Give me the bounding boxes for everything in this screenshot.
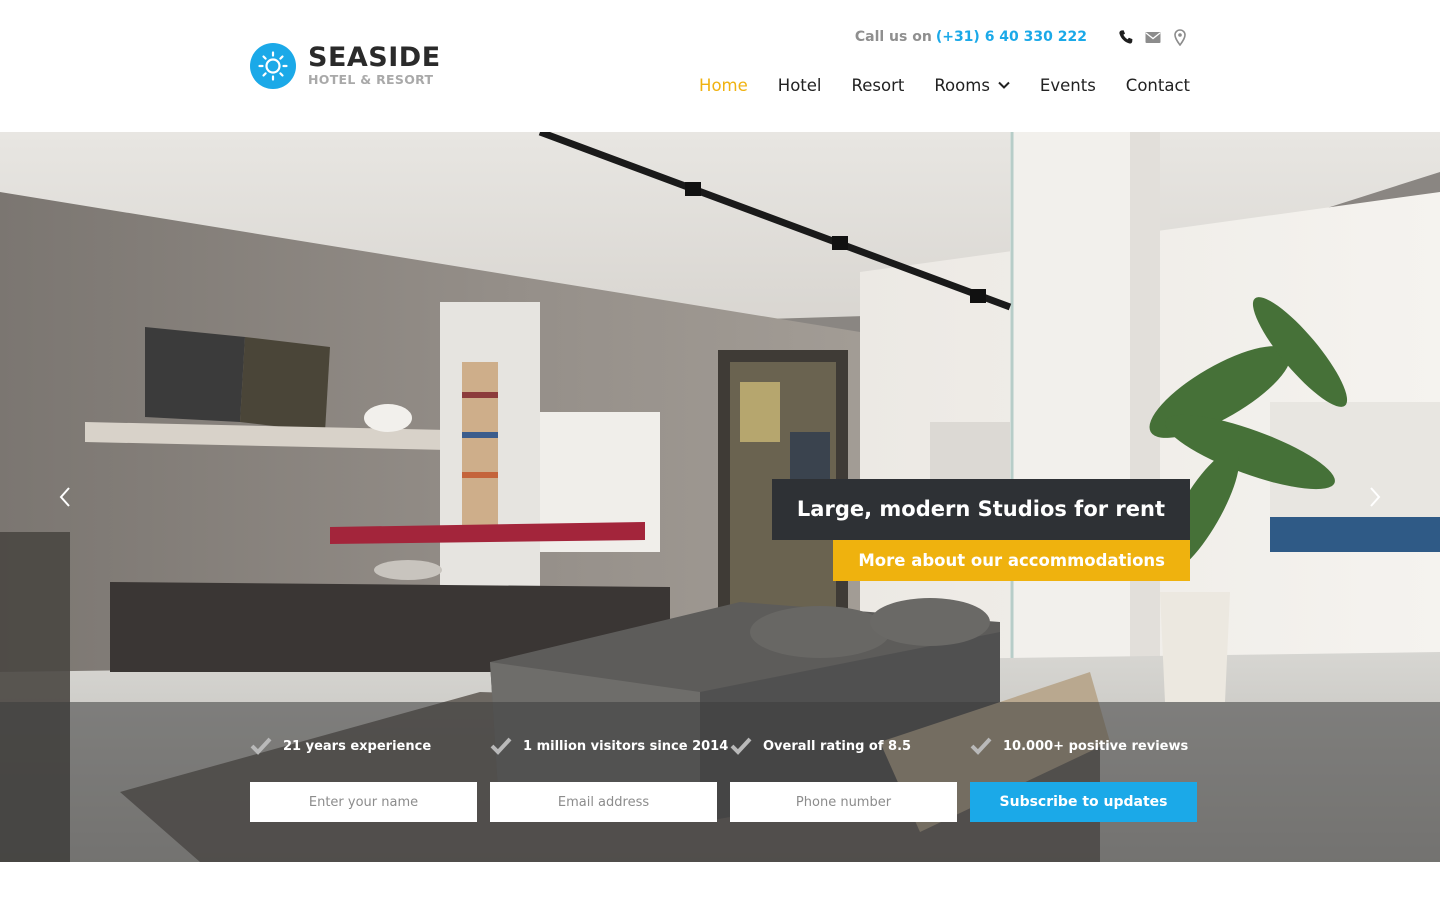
- feature-text: Overall rating of 8.5: [763, 738, 912, 754]
- email-input[interactable]: [490, 782, 717, 822]
- checkmark-icon: [970, 737, 992, 755]
- slider-prev-arrow[interactable]: [52, 484, 78, 510]
- chevron-down-icon: [998, 81, 1010, 89]
- site-logo[interactable]: SEASIDE HOTEL & RESORT: [250, 43, 441, 89]
- feature-text: 21 years experience: [283, 738, 432, 754]
- highlights-bar: 21 years experience 1 million visitors s…: [0, 702, 1440, 862]
- feature-item: Overall rating of 8.5: [730, 737, 970, 755]
- feature-item: 21 years experience: [250, 737, 490, 755]
- brand-name: SEASIDE: [308, 42, 441, 73]
- nav-item-resort[interactable]: Resort: [852, 72, 905, 98]
- feature-item: 1 million visitors since 2014: [490, 737, 730, 755]
- site-header: SEASIDE HOTEL & RESORT Call us on (+31) …: [0, 0, 1440, 132]
- subscribe-form: Subscribe to updates: [250, 782, 1197, 822]
- checkmark-icon: [490, 737, 512, 755]
- accommodations-button[interactable]: More about our accommodations: [833, 540, 1190, 581]
- name-input[interactable]: [250, 782, 477, 822]
- phone-icon[interactable]: [1116, 27, 1136, 47]
- slide-title: Large, modern Studios for rent: [771, 479, 1190, 540]
- feature-item: 10.000+ positive reviews: [970, 737, 1210, 755]
- feature-text: 1 million visitors since 2014: [523, 738, 729, 754]
- nav-item-events[interactable]: Events: [1040, 72, 1096, 98]
- nav-item-home[interactable]: Home: [699, 72, 748, 98]
- checkmark-icon: [250, 737, 272, 755]
- feature-text: 10.000+ positive reviews: [1003, 738, 1189, 754]
- brand-tagline: HOTEL & RESORT: [308, 72, 434, 87]
- map-pin-icon[interactable]: [1170, 27, 1190, 47]
- slider-next-arrow[interactable]: [1362, 484, 1388, 510]
- phone-input[interactable]: [730, 782, 957, 822]
- subscribe-button[interactable]: Subscribe to updates: [970, 782, 1197, 822]
- slide-caption: Large, modern Studios for rent More abou…: [771, 479, 1190, 581]
- phone-number-link[interactable]: (+31) 6 40 330 222: [936, 29, 1087, 45]
- contact-icons: [1109, 27, 1190, 47]
- nav-item-rooms[interactable]: Rooms: [934, 72, 1010, 98]
- hero-slider: Large, modern Studios for rent More abou…: [0, 132, 1440, 862]
- nav-item-hotel[interactable]: Hotel: [778, 72, 822, 98]
- main-nav: Home Hotel Resort Rooms Events Contact: [669, 72, 1190, 98]
- logo-text: SEASIDE HOTEL & RESORT: [308, 44, 441, 88]
- checkmark-icon: [730, 737, 752, 755]
- nav-item-contact[interactable]: Contact: [1126, 72, 1190, 98]
- nav-item-rooms-label: Rooms: [934, 75, 990, 95]
- sun-icon: [250, 43, 296, 89]
- call-label: Call us on: [854, 29, 932, 45]
- envelope-icon[interactable]: [1143, 27, 1163, 47]
- contact-bar: Call us on (+31) 6 40 330 222: [855, 26, 1190, 48]
- feature-list: 21 years experience 1 million visitors s…: [250, 737, 1210, 755]
